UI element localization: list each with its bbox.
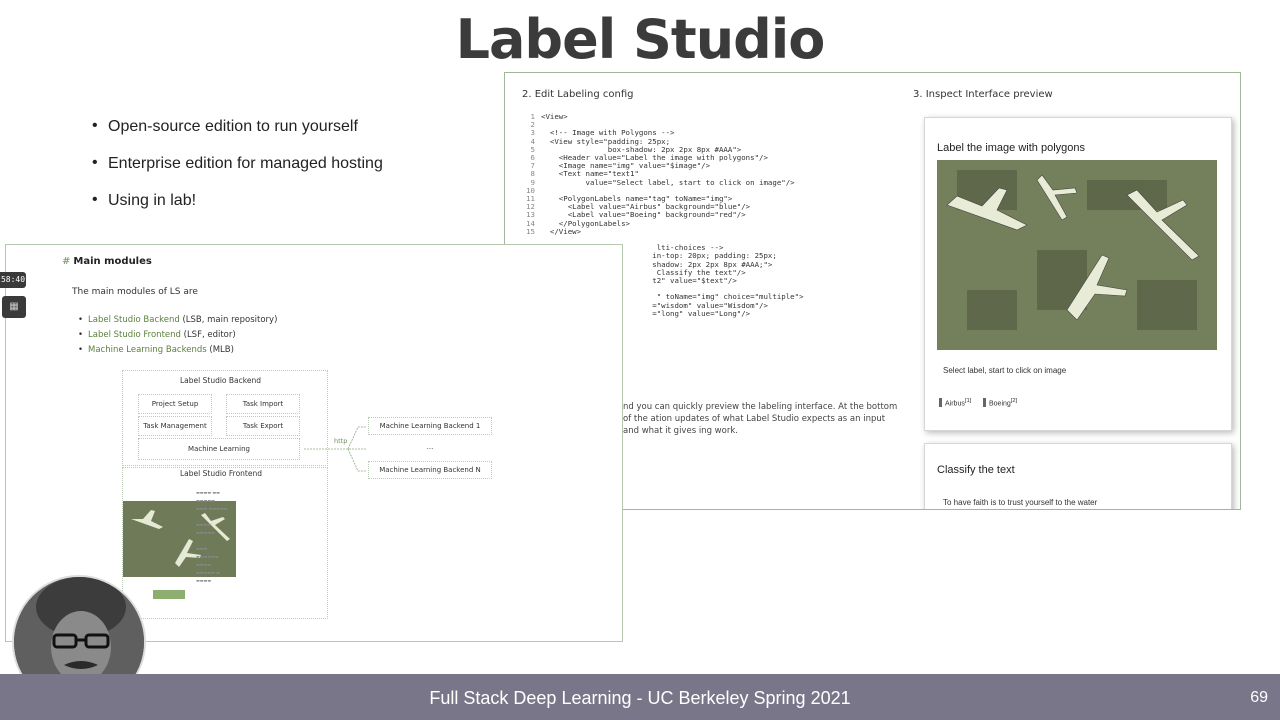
ml-backend-n-box: Machine Learning Backend N xyxy=(368,461,492,479)
code-line: 9 value="Select label, start to click on… xyxy=(530,177,795,187)
classify-preview-card: Classify the text To have faith is to tr… xyxy=(924,443,1232,509)
bullet-item: Open-source edition to run yourself xyxy=(92,117,383,136)
code-line: 15 </View> xyxy=(526,226,582,236)
modules-list: Label Studio Backend (LSB, main reposito… xyxy=(78,315,277,360)
project-setup-box: Project Setup xyxy=(138,394,212,414)
ml-backend-1-box: Machine Learning Backend 1 xyxy=(368,417,492,435)
frontend-mini-button xyxy=(153,590,185,599)
grid-icon[interactable]: ▦ xyxy=(2,296,26,318)
page-number: 69 xyxy=(1250,689,1268,706)
code-line: 1 <View> xyxy=(530,112,568,121)
label-boeing-chip[interactable]: Boeing[2] xyxy=(983,398,1017,408)
slide-footer: Full Stack Deep Learning - UC Berkeley S… xyxy=(0,674,1280,720)
task-management-box: Task Management xyxy=(138,416,212,436)
ml-backend-dots: ... xyxy=(426,443,434,451)
task-export-box: Task Export xyxy=(226,416,300,436)
main-modules-heading: # Main modules xyxy=(62,256,152,267)
classify-header: Classify the text xyxy=(937,464,1015,476)
machine-learning-box: Machine Learning xyxy=(138,438,300,460)
module-link[interactable]: Machine Learning Backends xyxy=(88,345,207,355)
preview-header: Label the image with polygons xyxy=(937,142,1085,154)
http-connector-arrows xyxy=(304,426,366,472)
bullet-item: Enterprise edition for managed hosting xyxy=(92,154,383,173)
classify-text: To have faith is to trust yourself to th… xyxy=(943,498,1098,507)
frontend-diagram-title: Label Studio Frontend xyxy=(180,469,262,478)
bullet-list: Open-source edition to run yourself Ente… xyxy=(92,117,383,229)
interface-preview-card: Label the image with polygons Select lab… xyxy=(924,117,1232,431)
footer-text: Full Stack Deep Learning - UC Berkeley S… xyxy=(429,688,851,708)
config-description: nd you can quickly preview the labeling … xyxy=(623,402,898,436)
recording-timer: 58:40 xyxy=(0,272,26,288)
step-inspect-preview-label: 3. Inspect Interface preview xyxy=(913,89,1053,100)
task-import-box: Task Import xyxy=(226,394,300,414)
module-item: Machine Learning Backends (MLB) xyxy=(78,345,277,355)
module-link[interactable]: Label Studio Backend xyxy=(88,315,180,325)
step-edit-config-label: 2. Edit Labeling config xyxy=(522,89,634,100)
module-item: Label Studio Frontend (LSF, editor) xyxy=(78,330,277,340)
module-link[interactable]: Label Studio Frontend xyxy=(88,330,181,340)
module-item: Label Studio Backend (LSB, main reposito… xyxy=(78,315,277,325)
label-airbus-chip[interactable]: Airbus[1] xyxy=(939,398,971,408)
slide-title: Label Studio xyxy=(455,8,826,71)
backend-diagram-title: Label Studio Backend xyxy=(180,376,261,385)
bullet-item: Using in lab! xyxy=(92,191,383,210)
preview-image[interactable] xyxy=(937,160,1217,350)
preview-instruction: Select label, start to click on image xyxy=(943,366,1067,375)
frontend-mini-sidebar: ▬▬▬▬ ▬▬ ▬▬▬▬▬ ▬▬▬ ▬▬▬▬▬ ▬▬▬▬ ▬▬▬▬▬ ▬▬▬ ▬▬▬▬▬▬ ▬… xyxy=(196,490,228,583)
main-modules-intro: The main modules of LS are xyxy=(72,287,198,297)
